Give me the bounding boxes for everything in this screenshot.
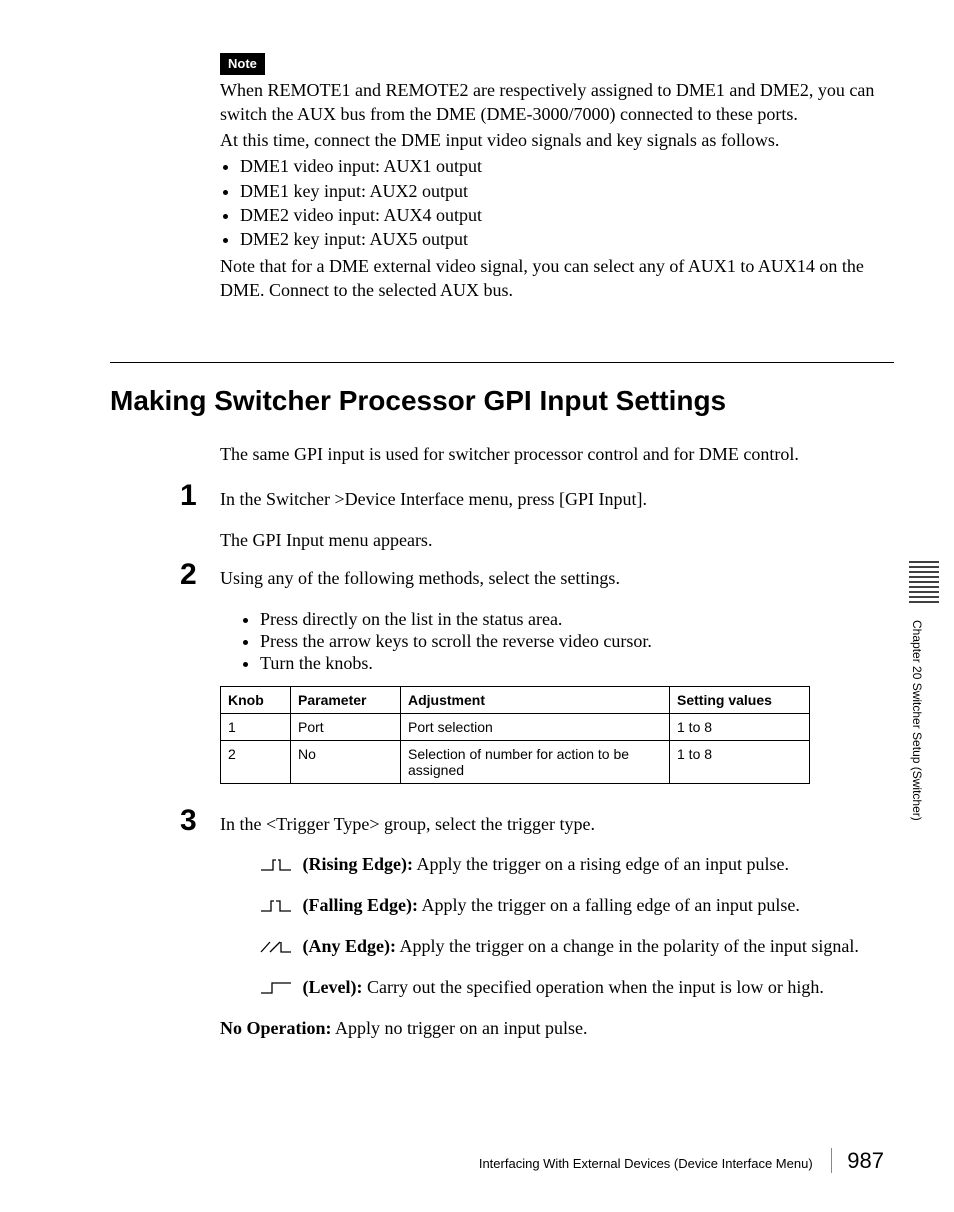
- step-text: In the Switcher >Device Interface menu, …: [220, 487, 894, 512]
- trigger-desc: Apply the trigger on a falling edge of a…: [418, 895, 800, 915]
- trigger-desc: Apply the trigger on a rising edge of an…: [413, 854, 789, 874]
- step-2: 2 Using any of the following methods, se…: [220, 566, 894, 784]
- sidebar-chapter-label: Chapter 20 Switcher Setup (Switcher): [910, 620, 924, 821]
- step-subtext: The GPI Input menu appears.: [220, 530, 894, 551]
- trigger-label: (Falling Edge):: [298, 895, 418, 915]
- trigger-label: No Operation:: [220, 1018, 332, 1038]
- table-cell: Selection of number for action to be ass…: [401, 740, 670, 783]
- note-para3: Note that for a DME external video signa…: [220, 254, 894, 303]
- intro-text: The same GPI input is used for switcher …: [220, 442, 894, 466]
- table-cell: Port selection: [401, 713, 670, 740]
- table-cell: 1 to 8: [670, 740, 810, 783]
- note-bullet: DME1 video input: AUX1 output: [240, 154, 894, 178]
- step2-bullet: Turn the knobs.: [260, 653, 894, 674]
- table-header: Knob: [221, 686, 291, 713]
- trigger-rising-edge: (Rising Edge): Apply the trigger on a ri…: [260, 852, 894, 878]
- step-number: 1: [180, 479, 197, 513]
- table-header-row: Knob Parameter Adjustment Setting values: [221, 686, 810, 713]
- table-row: 2 No Selection of number for action to b…: [221, 740, 810, 783]
- trigger-no-operation: No Operation: Apply no trigger on an inp…: [220, 1016, 894, 1040]
- trigger-desc: Apply no trigger on an input pulse.: [332, 1018, 588, 1038]
- table-row: 1 Port Port selection 1 to 8: [221, 713, 810, 740]
- trigger-label: (Level):: [298, 977, 362, 997]
- table-header: Parameter: [291, 686, 401, 713]
- any-edge-icon: [260, 936, 292, 960]
- table-cell: 1: [221, 713, 291, 740]
- trigger-desc: Carry out the specified operation when t…: [362, 977, 823, 997]
- note-bullets: DME1 video input: AUX1 output DME1 key i…: [220, 154, 894, 251]
- sidebar-tab-icon: [909, 560, 939, 610]
- table-header: Setting values: [670, 686, 810, 713]
- trigger-any-edge: (Any Edge): Apply the trigger on a chang…: [260, 934, 894, 960]
- footer-text: Interfacing With External Devices (Devic…: [479, 1156, 813, 1171]
- step-number: 3: [180, 804, 197, 838]
- step-number: 2: [180, 558, 197, 592]
- table-header: Adjustment: [401, 686, 670, 713]
- note-label: Note: [220, 53, 265, 75]
- trigger-level: (Level): Carry out the specified operati…: [260, 975, 894, 1001]
- page-number: 987: [831, 1148, 884, 1173]
- note-para2: At this time, connect the DME input vide…: [220, 128, 894, 152]
- trigger-label: (Rising Edge):: [298, 854, 413, 874]
- step2-bullet: Press directly on the list in the status…: [260, 609, 894, 630]
- step2-bullets: Press directly on the list in the status…: [220, 609, 894, 674]
- table-cell: No: [291, 740, 401, 783]
- note-para1: When REMOTE1 and REMOTE2 are respectivel…: [220, 78, 894, 127]
- rising-edge-icon: [260, 854, 292, 878]
- note-bullet: DME2 key input: AUX5 output: [240, 227, 894, 251]
- step2-bullet: Press the arrow keys to scroll the rever…: [260, 631, 894, 652]
- table-cell: 1 to 8: [670, 713, 810, 740]
- step-text: In the <Trigger Type> group, select the …: [220, 812, 894, 837]
- step-text: Using any of the following methods, sele…: [220, 566, 894, 591]
- step-1: 1 In the Switcher >Device Interface menu…: [220, 487, 894, 551]
- table-cell: 2: [221, 740, 291, 783]
- trigger-desc: Apply the trigger on a change in the pol…: [396, 936, 859, 956]
- trigger-falling-edge: (Falling Edge): Apply the trigger on a f…: [260, 893, 894, 919]
- page-footer: Interfacing With External Devices (Devic…: [479, 1148, 884, 1174]
- falling-edge-icon: [260, 895, 292, 919]
- step-3: 3 In the <Trigger Type> group, select th…: [220, 812, 894, 1041]
- note-bullet: DME1 key input: AUX2 output: [240, 179, 894, 203]
- parameter-table: Knob Parameter Adjustment Setting values…: [220, 686, 810, 784]
- trigger-label: (Any Edge):: [298, 936, 396, 956]
- note-bullet: DME2 video input: AUX4 output: [240, 203, 894, 227]
- level-icon: [260, 977, 292, 1001]
- section-title: Making Switcher Processor GPI Input Sett…: [110, 362, 894, 417]
- table-cell: Port: [291, 713, 401, 740]
